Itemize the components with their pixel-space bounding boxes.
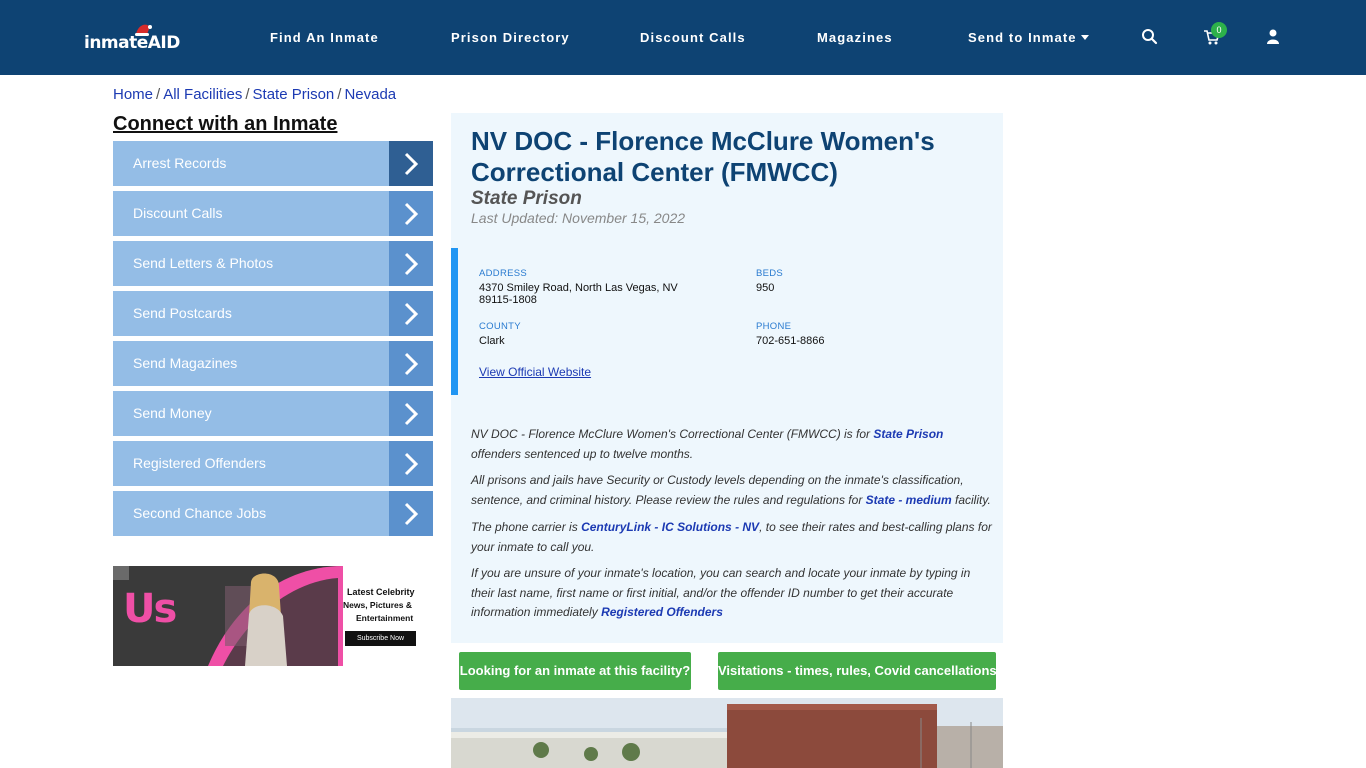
chevron-right-icon [389,291,433,336]
county-label: COUNTY [479,321,521,332]
site-logo[interactable]: inmateAID [84,22,184,56]
caret-down-icon [1080,35,1089,40]
sidebar-item-send-money[interactable]: Send Money [113,391,433,436]
visitation-button[interactable]: Visitations - times, rules, Covid cancel… [718,652,997,690]
phone-label: PHONE [756,321,792,332]
state-medium-link[interactable]: State - medium [866,493,952,507]
breadcrumb-state-prison[interactable]: State Prison [253,86,335,103]
nav-send-to-inmate-label: Send to Inmate [968,30,1077,45]
ad-tagline-2: News, Pictures & [343,600,412,610]
info-accent-bar [451,248,458,395]
nav-prison-directory[interactable]: Prison Directory [451,30,570,45]
sidebar-title: Connect with an Inmate [113,113,338,135]
sidebar-item-label: Send Money [133,405,212,421]
sidebar-item-discount-calls[interactable]: Discount Calls [113,191,433,236]
chevron-right-icon [389,391,433,436]
sidebar-item-label: Second Chance Jobs [133,505,267,521]
description-text: NV DOC - Florence McClure Women's Correc… [471,427,874,441]
sidebar-item-label: Registered Offenders [133,455,266,471]
breadcrumb-home[interactable]: Home [113,86,153,103]
chevron-right-icon [389,341,433,386]
address-label: ADDRESS [479,268,528,279]
registered-offenders-link[interactable]: Registered Offenders [601,605,723,619]
breadcrumb-separator: / [337,86,342,103]
us-weekly-ad-banner[interactable]: Us Latest Celebrity News, Pictures & Ent… [113,566,433,666]
facility-title: NV DOC - Florence McClure Women's Correc… [471,126,935,187]
nav-discount-calls[interactable]: Discount Calls [640,30,746,45]
sidebar-item-label: Send Letters & Photos [133,255,274,271]
sidebar-item-registered-offenders[interactable]: Registered Offenders [113,441,433,486]
last-updated: Last Updated: November 15, 2022 [471,210,686,226]
breadcrumb-separator: / [156,86,161,103]
chevron-right-icon [389,141,433,186]
sidebar-item-second-chance-jobs[interactable]: Second Chance Jobs [113,491,433,536]
ad-brand-logo: Us [123,586,177,632]
address-line-1: 4370 Smiley Road, North Las Vegas, NV [479,282,678,294]
top-navigation-bar: inmateAID Find An Inmate Prison Director… [0,0,1366,75]
beds-value: 950 [756,282,775,294]
sidebar-item-arrest-records[interactable]: Arrest Records [113,141,433,186]
description-paragraph-4: If you are unsure of your inmate's locat… [471,564,995,623]
breadcrumb: Home / All Facilities / State Prison / Nevada [113,86,396,103]
nav-send-to-inmate[interactable]: Send to Inmate [968,30,1089,45]
description-text: offenders sentenced up to twelve months. [471,446,694,461]
nav-magazines[interactable]: Magazines [817,30,893,45]
facility-type: State Prison [471,188,582,209]
description-text: The phone carrier is [471,520,582,534]
ad-tagline-1: Latest Celebrity [347,587,415,597]
chevron-right-icon [389,441,433,486]
cart-count-badge: 0 [1211,22,1227,38]
search-icon[interactable] [1140,27,1160,47]
state-prison-link[interactable]: State Prison [873,427,943,441]
sidebar-item-label: Arrest Records [133,155,227,171]
chevron-right-icon [389,491,433,536]
phone-value: 702-651-8866 [756,335,825,347]
breadcrumb-separator: / [245,86,250,103]
nav-find-an-inmate[interactable]: Find An Inmate [270,30,379,45]
facility-photo [451,698,1003,768]
breadcrumb-all-facilities[interactable]: All Facilities [163,86,242,103]
sidebar-item-label: Send Postcards [133,305,232,321]
county-value: Clark [479,335,505,347]
sidebar-item-label: Send Magazines [133,355,238,371]
description-paragraph-1: NV DOC - Florence McClure Women's Correc… [471,425,995,464]
ad-tagline-3: Entertainment [356,613,414,623]
chevron-right-icon [389,241,433,286]
sidebar-item-send-letters-photos[interactable]: Send Letters & Photos [113,241,433,286]
user-icon[interactable] [1263,27,1283,47]
sidebar-item-send-magazines[interactable]: Send Magazines [113,341,433,386]
chevron-right-icon [389,191,433,236]
description-paragraph-2: All prisons and jails have Security or C… [471,471,995,510]
sidebar-item-label: Discount Calls [133,205,223,221]
beds-label: BEDS [756,268,784,279]
official-website-link[interactable]: View Official Website [479,365,591,379]
logo-text: inmateAID [84,33,180,53]
find-inmate-button[interactable]: Looking for an inmate at this facility? [459,652,691,690]
address-line-2: 89115-1808 [479,294,537,306]
ad-subscribe-button[interactable]: Subscribe Now [345,631,416,646]
description-text: facility. [951,492,991,507]
description-paragraph-3: The phone carrier is CenturyLink - IC So… [471,518,995,557]
phone-carrier-link[interactable]: CenturyLink - IC Solutions - NV [581,520,759,534]
breadcrumb-nevada[interactable]: Nevada [344,86,396,103]
sidebar-item-send-postcards[interactable]: Send Postcards [113,291,433,336]
